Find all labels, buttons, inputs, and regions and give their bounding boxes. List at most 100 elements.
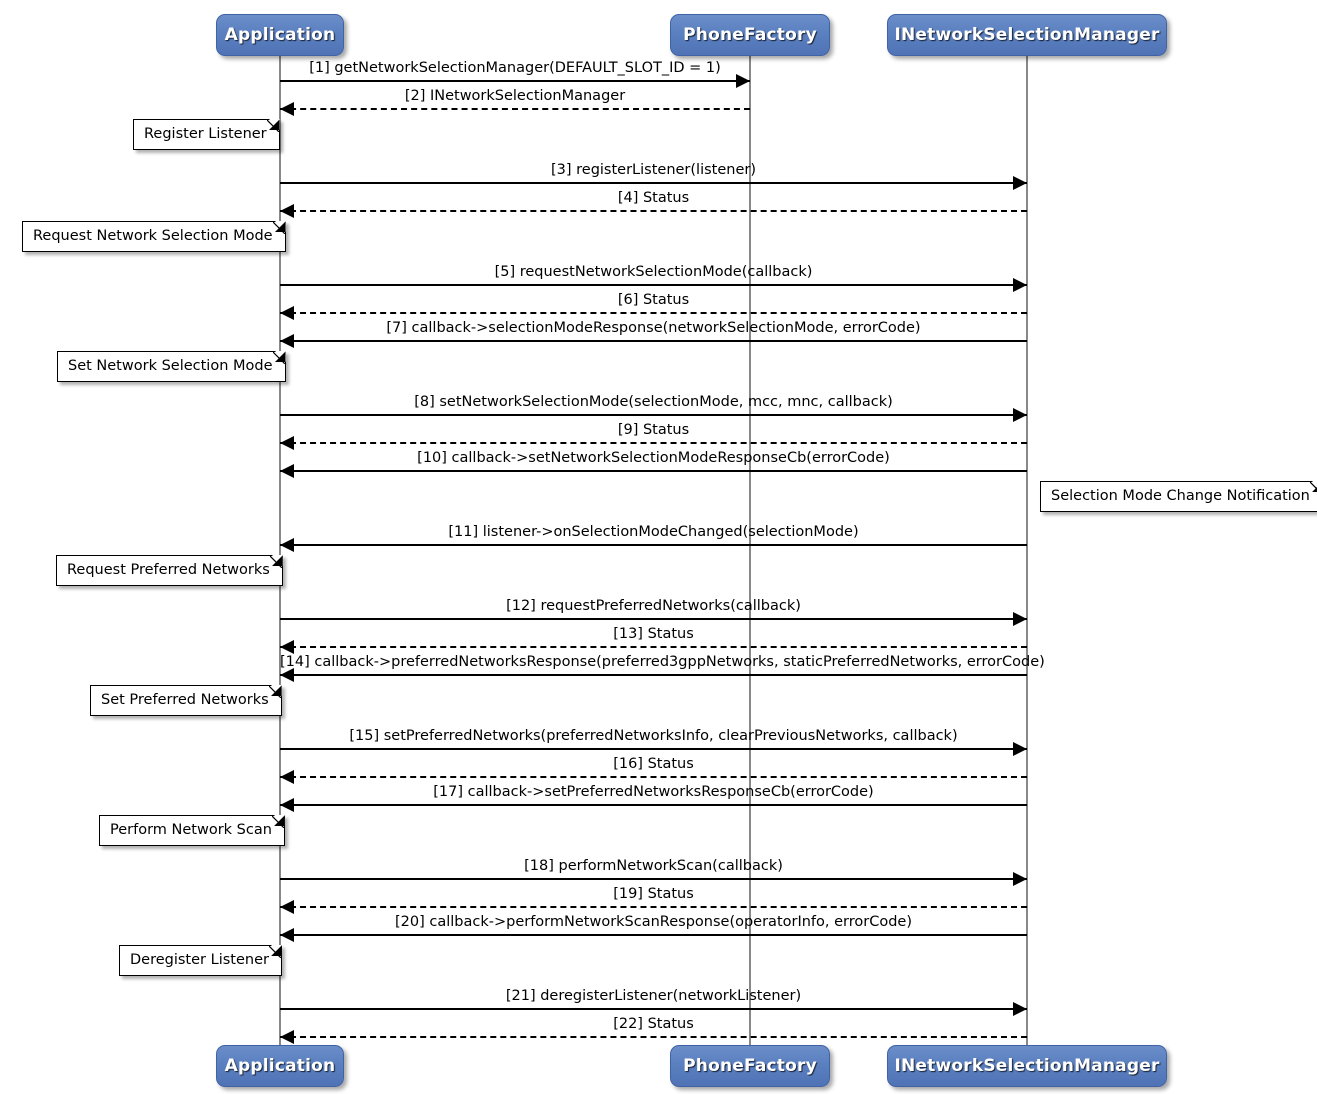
message-label: [7] callback->selectionModeResponse(netw… bbox=[386, 320, 921, 336]
message-label: [6] Status bbox=[617, 292, 690, 308]
note-selection-mode-change-notification: Selection Mode Change Notification bbox=[1040, 481, 1317, 512]
participant-inetworkselectionmanager-bottom[interactable]: INetworkSelectionManager bbox=[887, 1045, 1167, 1087]
message-label: [19] Status bbox=[613, 886, 694, 902]
note-fold-corner-icon bbox=[269, 556, 282, 568]
message-line bbox=[280, 442, 1027, 444]
message-label: [2] INetworkSelectionManager bbox=[404, 88, 626, 104]
message-line bbox=[280, 646, 1027, 648]
participant-label: Application bbox=[224, 25, 336, 45]
participant-label: Application bbox=[224, 1056, 336, 1076]
arrowhead-left-icon bbox=[280, 668, 294, 682]
arrowhead-left-icon bbox=[280, 770, 294, 784]
note-register-listener: Register Listener bbox=[133, 119, 280, 150]
arrowhead-right-icon bbox=[1013, 1002, 1027, 1016]
note-text: Set Network Selection Mode bbox=[68, 358, 273, 374]
arrowhead-left-icon bbox=[280, 204, 294, 218]
note-deregister-listener: Deregister Listener bbox=[119, 945, 282, 976]
arrowhead-right-icon bbox=[1013, 408, 1027, 422]
message-line bbox=[280, 210, 1027, 212]
message-label: [3] registerListener(listener) bbox=[550, 162, 756, 178]
message-label: [15] setPreferredNetworks(preferredNetwo… bbox=[349, 728, 958, 744]
note-fold-corner-icon bbox=[268, 686, 281, 698]
arrowhead-right-icon bbox=[1013, 612, 1027, 626]
arrowhead-right-icon bbox=[1013, 278, 1027, 292]
note-text: Request Network Selection Mode bbox=[33, 228, 273, 244]
message-line bbox=[280, 934, 1027, 936]
message-label: [14] callback->preferredNetworksResponse… bbox=[280, 654, 1045, 670]
arrowhead-right-icon bbox=[736, 74, 750, 88]
note-fold-corner-icon bbox=[271, 816, 284, 828]
note-fold-corner-icon bbox=[272, 352, 285, 364]
message-line bbox=[280, 878, 1027, 880]
message-label: [12] requestPreferredNetworks(callback) bbox=[506, 598, 801, 614]
message-line bbox=[280, 470, 1027, 472]
note-text: Set Preferred Networks bbox=[101, 692, 269, 708]
participant-application-top[interactable]: Application bbox=[216, 14, 344, 56]
note-set-network-selection-mode: Set Network Selection Mode bbox=[57, 351, 286, 382]
note-perform-network-scan: Perform Network Scan bbox=[99, 815, 285, 846]
message-line bbox=[280, 284, 1027, 286]
message-label: [8] setNetworkSelectionMode(selectionMod… bbox=[414, 394, 893, 410]
arrowhead-left-icon bbox=[280, 640, 294, 654]
note-text: Register Listener bbox=[144, 126, 267, 142]
message-line bbox=[280, 776, 1027, 778]
participant-application-bottom[interactable]: Application bbox=[216, 1045, 344, 1087]
message-line bbox=[280, 618, 1027, 620]
message-line bbox=[280, 906, 1027, 908]
arrowhead-left-icon bbox=[280, 436, 294, 450]
message-line bbox=[280, 1008, 1027, 1010]
message-line bbox=[280, 414, 1027, 416]
message-line bbox=[280, 80, 750, 82]
note-request-network-selection-mode: Request Network Selection Mode bbox=[22, 221, 286, 252]
participant-phonefactory-bottom[interactable]: PhoneFactory bbox=[670, 1045, 830, 1087]
note-fold-corner-icon bbox=[268, 946, 281, 958]
message-label: [13] Status bbox=[613, 626, 694, 642]
arrowhead-left-icon bbox=[280, 538, 294, 552]
note-set-preferred-networks: Set Preferred Networks bbox=[90, 685, 282, 716]
message-line bbox=[280, 1036, 1027, 1038]
participant-label: PhoneFactory bbox=[683, 25, 817, 45]
message-label: [10] callback->setNetworkSelectionModeRe… bbox=[417, 450, 890, 466]
message-label: [18] performNetworkScan(callback) bbox=[524, 858, 783, 874]
message-line bbox=[280, 748, 1027, 750]
sequence-diagram-canvas: [1] getNetworkSelectionManager(DEFAULT_S… bbox=[0, 0, 1317, 1094]
note-fold-corner-icon bbox=[266, 120, 279, 132]
participant-phonefactory-top[interactable]: PhoneFactory bbox=[670, 14, 830, 56]
arrowhead-right-icon bbox=[1013, 872, 1027, 886]
message-line bbox=[280, 340, 1027, 342]
message-label: [11] listener->onSelectionModeChanged(se… bbox=[448, 524, 859, 540]
message-label: [16] Status bbox=[613, 756, 694, 772]
message-line bbox=[280, 544, 1027, 546]
arrowhead-left-icon bbox=[280, 306, 294, 320]
arrowhead-right-icon bbox=[1013, 742, 1027, 756]
message-line bbox=[280, 674, 1027, 676]
message-line bbox=[280, 804, 1027, 806]
message-label: [5] requestNetworkSelectionMode(callback… bbox=[494, 264, 813, 280]
message-label: [1] getNetworkSelectionManager(DEFAULT_S… bbox=[309, 60, 721, 76]
arrowhead-left-icon bbox=[280, 334, 294, 348]
note-text: Deregister Listener bbox=[130, 952, 269, 968]
message-label: [9] Status bbox=[617, 422, 690, 438]
arrowhead-left-icon bbox=[280, 928, 294, 942]
arrowhead-left-icon bbox=[280, 102, 294, 116]
message-label: [21] deregisterListener(networkListener) bbox=[505, 988, 802, 1004]
participant-label: INetworkSelectionManager bbox=[894, 25, 1160, 45]
message-line bbox=[280, 312, 1027, 314]
participant-inetworkselectionmanager-top[interactable]: INetworkSelectionManager bbox=[887, 14, 1167, 56]
arrowhead-right-icon bbox=[1013, 176, 1027, 190]
note-fold-corner-icon bbox=[272, 222, 285, 234]
note-text: Request Preferred Networks bbox=[67, 562, 270, 578]
note-text: Selection Mode Change Notification bbox=[1051, 488, 1310, 504]
participant-label: PhoneFactory bbox=[683, 1056, 817, 1076]
message-line bbox=[280, 108, 750, 110]
message-label: [20] callback->performNetworkScanRespons… bbox=[394, 914, 912, 930]
message-line bbox=[280, 182, 1027, 184]
arrowhead-left-icon bbox=[280, 798, 294, 812]
message-label: [17] callback->setPreferredNetworksRespo… bbox=[433, 784, 874, 800]
arrowhead-left-icon bbox=[280, 1030, 294, 1044]
message-label: [4] Status bbox=[617, 190, 690, 206]
participant-label: INetworkSelectionManager bbox=[894, 1056, 1160, 1076]
arrowhead-left-icon bbox=[280, 464, 294, 478]
message-label: [22] Status bbox=[613, 1016, 694, 1032]
note-request-preferred-networks: Request Preferred Networks bbox=[56, 555, 283, 586]
